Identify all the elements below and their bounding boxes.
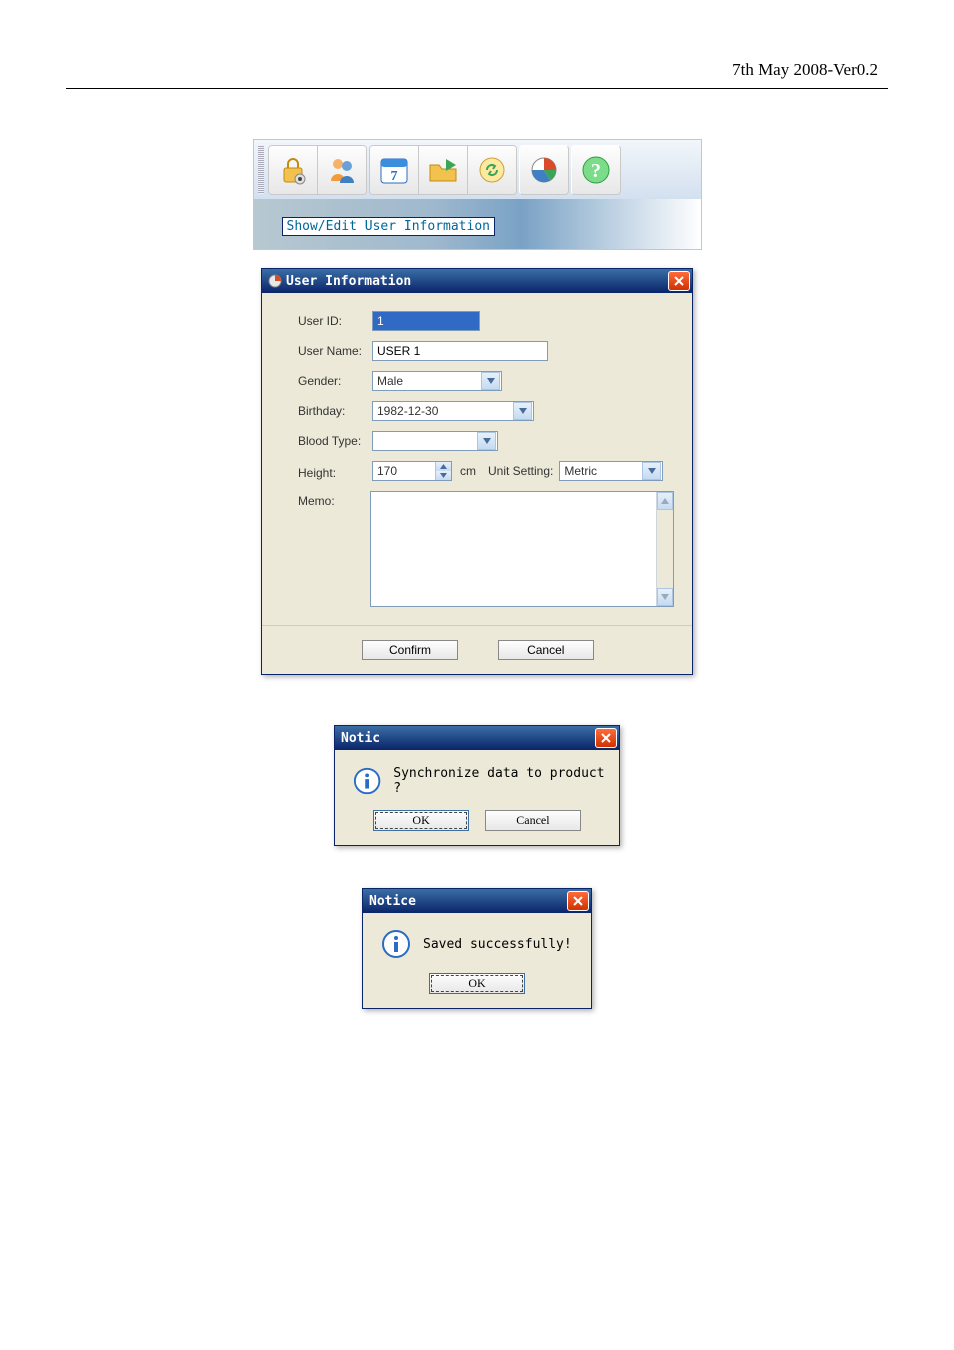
height-value: 170 bbox=[373, 462, 435, 480]
dialog-titlebar[interactable]: Notic bbox=[335, 726, 619, 750]
help-button[interactable]: ? bbox=[571, 145, 621, 195]
close-icon bbox=[573, 896, 583, 906]
chevron-down-icon bbox=[436, 471, 451, 480]
close-button[interactable] bbox=[668, 271, 690, 291]
calendar-day: 7 bbox=[390, 169, 397, 184]
close-button[interactable] bbox=[595, 728, 617, 748]
sync-button[interactable] bbox=[468, 146, 516, 194]
unit-setting-value: Metric bbox=[564, 464, 597, 478]
birthday-value: 1982-12-30 bbox=[377, 404, 438, 418]
memo-textarea[interactable] bbox=[370, 491, 674, 607]
users-button[interactable] bbox=[318, 146, 366, 194]
app-icon bbox=[268, 274, 282, 288]
info-icon bbox=[381, 929, 411, 959]
cancel-button[interactable]: Cancel bbox=[498, 640, 594, 660]
dialog-titlebar[interactable]: User Information bbox=[262, 269, 692, 293]
label-user-id: User ID: bbox=[298, 311, 372, 328]
label-memo: Memo: bbox=[298, 491, 370, 508]
notice-sync-dialog: Notic Synchronize data to product ? OK C… bbox=[334, 725, 620, 846]
label-user-name: User Name: bbox=[298, 341, 372, 358]
folder-arrow-icon bbox=[426, 153, 460, 187]
toolbar: 7 bbox=[254, 140, 701, 199]
sync-icon bbox=[475, 153, 509, 187]
notice-saved-dialog: Notice Saved successfully! OK bbox=[362, 888, 592, 1009]
toolbar-grip[interactable] bbox=[258, 146, 264, 194]
toolbar-banner: Show/Edit User Information bbox=[254, 199, 701, 249]
folder-button[interactable] bbox=[419, 146, 468, 194]
chevron-down-icon bbox=[642, 462, 661, 480]
label-birthday: Birthday: bbox=[298, 401, 372, 418]
scrollbar[interactable] bbox=[656, 492, 673, 606]
dialog-titlebar[interactable]: Notice bbox=[363, 889, 591, 913]
close-button[interactable] bbox=[567, 891, 589, 911]
scroll-up-icon bbox=[657, 492, 673, 510]
lock-button[interactable] bbox=[269, 146, 318, 194]
ok-button[interactable]: OK bbox=[429, 973, 525, 994]
label-unit-setting: Unit Setting: bbox=[488, 464, 553, 478]
close-icon bbox=[674, 276, 684, 286]
unit-setting-select[interactable]: Metric bbox=[559, 461, 663, 481]
info-icon bbox=[353, 766, 381, 796]
toolbar-screenshot: 7 bbox=[253, 139, 702, 250]
dialog-button-bar: Confirm Cancel bbox=[262, 625, 692, 674]
help-icon: ? bbox=[579, 153, 613, 187]
label-blood-type: Blood Type: bbox=[298, 431, 372, 448]
user-information-dialog: User Information User ID: User Name: Gen… bbox=[261, 268, 693, 675]
calendar-button[interactable]: 7 bbox=[370, 146, 419, 194]
dialog-title: Notice bbox=[369, 894, 567, 909]
stepper-buttons[interactable] bbox=[435, 462, 451, 480]
notice-saved-message: Saved successfully! bbox=[423, 937, 572, 952]
lock-icon bbox=[276, 153, 310, 187]
gender-select-value: Male bbox=[377, 374, 403, 388]
user-name-field[interactable] bbox=[372, 341, 548, 361]
header-rule bbox=[66, 88, 888, 89]
toolbar-group-1 bbox=[268, 145, 367, 195]
height-unit-label: cm bbox=[460, 464, 476, 478]
notice-sync-message: Synchronize data to product ? bbox=[393, 766, 607, 796]
users-icon bbox=[325, 153, 359, 187]
pie-chart-icon bbox=[527, 153, 561, 187]
confirm-button[interactable]: Confirm bbox=[362, 640, 458, 660]
label-height: Height: bbox=[298, 463, 372, 480]
gender-select[interactable]: Male bbox=[372, 371, 502, 391]
user-id-field[interactable] bbox=[372, 311, 480, 331]
chevron-down-icon bbox=[513, 402, 532, 420]
chevron-up-icon bbox=[436, 462, 451, 471]
birthday-picker[interactable]: 1982-12-30 bbox=[372, 401, 534, 421]
chevron-down-icon bbox=[477, 432, 496, 450]
pie-chart-button[interactable] bbox=[519, 145, 569, 195]
chevron-down-icon bbox=[481, 372, 500, 390]
toolbar-group-2: 7 bbox=[369, 145, 517, 195]
scroll-down-icon bbox=[657, 588, 673, 606]
dialog-title: User Information bbox=[286, 274, 668, 289]
page-header: 7th May 2008-Ver0.2 bbox=[66, 60, 888, 80]
blood-type-select[interactable] bbox=[372, 431, 498, 451]
close-icon bbox=[601, 733, 611, 743]
dialog-title: Notic bbox=[341, 731, 595, 746]
ok-button[interactable]: OK bbox=[373, 810, 469, 831]
calendar-icon: 7 bbox=[377, 153, 411, 187]
svg-text:?: ? bbox=[591, 160, 601, 182]
label-gender: Gender: bbox=[298, 371, 372, 388]
show-edit-user-tooltip: Show/Edit User Information bbox=[282, 217, 496, 236]
height-stepper[interactable]: 170 bbox=[372, 461, 452, 481]
cancel-button[interactable]: Cancel bbox=[485, 810, 581, 831]
